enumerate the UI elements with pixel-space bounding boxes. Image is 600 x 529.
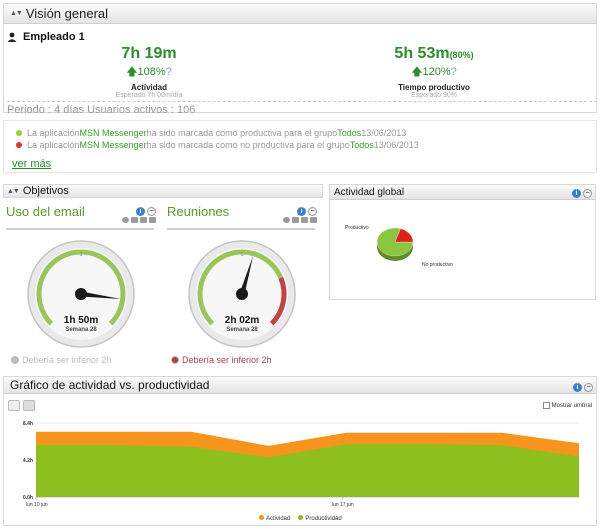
gauge-value: 2h 02m	[224, 315, 260, 326]
settings-icon[interactable]	[310, 217, 317, 223]
help-icon[interactable]: ?	[451, 66, 457, 78]
chart-legend: Actividad Productividad	[259, 515, 342, 522]
chart-zoom-icon[interactable]	[23, 400, 35, 411]
x-tick-label: lun 10 jun	[26, 502, 48, 508]
y-tick-label: 0.0h	[23, 495, 33, 501]
gauge-week: Semana 28	[226, 327, 258, 333]
gauge-tick-label: 1	[80, 252, 83, 258]
collapse-icon[interactable]: ▲▼	[7, 188, 20, 195]
gauge-toolbar	[122, 217, 156, 223]
productive-label: Tiempo productivo	[398, 83, 470, 92]
events-panel: La aplicación MSN Messenger ha sido marc…	[3, 120, 597, 173]
activity-expected: Esperado 7h 00m/día	[115, 92, 183, 99]
gauge-card-meetings: Reuniones i − 1 2h 02m Semana 28	[167, 204, 319, 364]
gauge-value: 1h 50m	[63, 315, 99, 326]
activity-metric: 7h 19m 🡅108%? Actividad Esperado 7h 00m/…	[99, 45, 199, 99]
minimize-icon[interactable]: −	[583, 188, 592, 198]
productive-value: 5h 53m(80%)	[394, 45, 474, 62]
app-link[interactable]: MSN Messenger	[80, 140, 147, 150]
list-view-icon[interactable]	[131, 217, 138, 223]
objectives-panel: ▲▼ Objetivos Uso del email i − 1 1h 50m S…	[3, 184, 323, 370]
group-link[interactable]: Todos	[337, 128, 361, 138]
group-link[interactable]: Todos	[350, 140, 374, 150]
threshold-toggle[interactable]: Mostrar umbral	[542, 402, 592, 409]
activity-pct: 🡅108%?	[126, 66, 172, 78]
unproductive-dot-icon	[16, 142, 22, 148]
area-series-1	[36, 444, 579, 497]
objectives-title: Objetivos	[22, 185, 69, 197]
info-icon[interactable]: i	[573, 383, 582, 392]
collapse-icon[interactable]: ▲▼	[10, 10, 23, 17]
user-icon	[7, 32, 17, 42]
y-tick-label: 8.4h	[23, 421, 33, 427]
pie-view-icon[interactable]	[122, 217, 129, 223]
pie-label-productive: Productivo	[345, 225, 369, 231]
employee-name: Empleado 1	[7, 31, 85, 43]
threshold-label: Mostrar umbral	[551, 402, 592, 409]
app-link[interactable]: MSN Messenger	[80, 128, 147, 138]
event-item: La aplicación MSN Messenger ha sido marc…	[16, 140, 419, 150]
x-tick-label: lun 17 jun	[332, 502, 354, 508]
gauge-hub	[236, 288, 248, 300]
legend-item[interactable]: Productividad	[298, 515, 342, 522]
pie-view-icon[interactable]	[283, 217, 290, 223]
minimize-icon[interactable]: −	[147, 207, 156, 216]
pie-chart	[376, 227, 414, 261]
global-activity-title: Actividad global	[334, 186, 405, 198]
users-icon[interactable]	[301, 217, 308, 223]
chart-type-icon[interactable]	[8, 400, 20, 411]
minimize-icon[interactable]: −	[308, 207, 317, 216]
chart-title: Gráfico de actividad vs. productividad	[10, 378, 210, 392]
objectives-header[interactable]: ▲▼ Objetivos	[3, 184, 323, 198]
status-dot-icon	[171, 356, 179, 364]
global-activity-panel: Actividad global i − Productivo No produc…	[329, 184, 596, 300]
event-item: La aplicación MSN Messenger ha sido marc…	[16, 128, 406, 138]
overview-panel: ▲▼ Visión general Empleado 1 7h 19m 🡅108…	[3, 3, 597, 116]
status-dot-icon	[11, 356, 19, 364]
productive-expected: Esperado 90%	[411, 92, 457, 99]
info-icon[interactable]: i	[572, 188, 581, 198]
y-tick-label: 4.2h	[23, 458, 33, 464]
users-icon[interactable]	[140, 217, 147, 223]
pie-label-unproductive: No productivo	[422, 262, 453, 268]
gauge-note-email: Debería ser inferior 2h	[11, 355, 112, 365]
info-icon[interactable]: i	[136, 207, 145, 216]
productive-pct: 🡅120%?	[411, 66, 457, 78]
activity-chart-panel: Gráfico de actividad vs. productividad i…	[3, 376, 597, 526]
productive-metric: 5h 53m(80%) 🡅120%? Tiempo productivo Esp…	[374, 45, 494, 99]
info-icon[interactable]: i	[297, 207, 306, 216]
legend-item[interactable]: Actividad	[259, 515, 290, 522]
employee-label: Empleado 1	[23, 31, 85, 43]
gauge-tick-label: 1	[241, 252, 244, 258]
activity-value: 7h 19m	[121, 45, 177, 62]
chart-header: Gráfico de actividad vs. productividad i…	[4, 377, 596, 394]
gauge-card-email: Uso del email i − 1 1h 50m Semana 28	[6, 204, 158, 364]
activity-label: Actividad	[130, 83, 167, 92]
period-summary: Periodo : 4 días Usuarios activos : 106	[7, 101, 597, 116]
list-view-icon[interactable]	[292, 217, 299, 223]
global-activity-header: Actividad global i −	[330, 185, 595, 200]
minimize-icon[interactable]: −	[584, 383, 593, 392]
gauge-toolbar	[283, 217, 317, 223]
gauge-hub	[75, 288, 87, 300]
gauge-week: Semana 28	[65, 327, 97, 333]
see-more-link[interactable]: ver más	[12, 158, 51, 170]
settings-icon[interactable]	[149, 217, 156, 223]
area-chart: 8.4h 4.2h 0.0hlun 10 jun lun 17 jun	[23, 421, 580, 508]
productive-dot-icon	[16, 130, 22, 136]
overview-title: Visión general	[25, 6, 109, 21]
help-icon[interactable]: ?	[166, 66, 172, 78]
threshold-checkbox[interactable]	[542, 402, 550, 409]
gauge-note-meetings: Debería ser inferior 2h	[171, 355, 272, 365]
overview-header[interactable]: ▲▼ Visión general	[4, 4, 596, 24]
